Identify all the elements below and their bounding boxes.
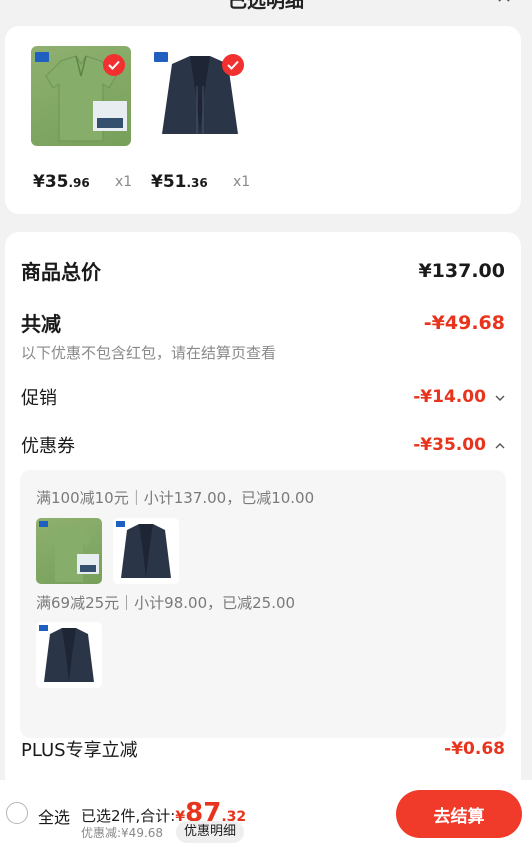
green-polo-thumbnail xyxy=(36,518,102,584)
product-price: ¥51.36 xyxy=(151,172,208,192)
select-all-label[interactable]: 全选 xyxy=(38,804,70,828)
coupon-value: -¥35.00 xyxy=(413,435,486,455)
coupon-rule: 满100减10元｜小计137.00，已减10.00 xyxy=(36,489,315,507)
discount-total: 优惠减:¥49.68 xyxy=(81,826,164,840)
reduce-label: 共减 xyxy=(21,312,61,336)
promo-value: -¥14.00 xyxy=(413,387,486,407)
navy-jacket-thumbnail xyxy=(36,622,102,688)
product-qty: x1 xyxy=(233,174,251,190)
promo-value-wrap: -¥14.00 xyxy=(413,387,505,407)
green-polo-image xyxy=(31,46,131,146)
checkout-bar: 全选 已选2件,合计:¥87.32 优惠减:¥49.68 优惠明细 去结算 xyxy=(0,780,532,847)
coupon-rule: 满69减25元｜小计98.00，已减25.00 xyxy=(36,594,296,612)
sheet-header: 已选明细 xyxy=(0,0,532,16)
reduce-value: -¥49.68 xyxy=(423,311,505,334)
product-qty: x1 xyxy=(115,174,133,190)
coupon-detail-panel: 满100减10元｜小计137.00，已减10.00 满69减25元｜小计98.0… xyxy=(20,470,506,738)
chevron-down-icon[interactable] xyxy=(495,391,505,405)
checked-icon[interactable] xyxy=(222,54,244,76)
checked-icon[interactable] xyxy=(103,54,125,76)
total-label: 商品总价 xyxy=(21,260,101,284)
plus-label: PLUS专享立减 xyxy=(21,740,138,761)
plus-row: PLUS专享立减 -¥0.68 xyxy=(21,736,505,762)
discount-detail-button[interactable]: 优惠明细 xyxy=(176,821,245,843)
total-row: 商品总价 ¥137.00 xyxy=(21,256,505,285)
reduce-row: 共减 -¥49.68 xyxy=(21,308,505,337)
navy-jacket-thumbnail xyxy=(113,518,179,584)
selected-count: 已选2件,合计: xyxy=(81,807,176,825)
total-value: ¥137.00 xyxy=(418,259,505,282)
reduce-note: 以下优惠不包含红包，请在结算页查看 xyxy=(21,344,277,362)
product-item[interactable] xyxy=(31,46,131,146)
coupon-value-wrap: -¥35.00 xyxy=(413,435,505,455)
selected-products-card: ¥35.96 x1 ¥51.36 x1 xyxy=(5,26,521,214)
coupon-row[interactable]: 优惠券 -¥35.00 xyxy=(21,432,505,458)
promo-row[interactable]: 促销 -¥14.00 xyxy=(21,384,505,410)
promo-label: 促销 xyxy=(21,388,57,409)
plus-value: -¥0.68 xyxy=(444,739,505,759)
product-price: ¥35.96 xyxy=(33,172,90,192)
select-all-radio[interactable] xyxy=(6,802,28,824)
coupon-label: 优惠券 xyxy=(21,436,75,457)
navy-jacket-image xyxy=(150,46,250,146)
chevron-up-icon[interactable] xyxy=(495,439,505,453)
close-icon[interactable] xyxy=(496,0,512,8)
product-item[interactable] xyxy=(150,46,250,146)
checkout-button[interactable]: 去结算 xyxy=(396,790,522,838)
price-detail-card: 商品总价 ¥137.00 共减 -¥49.68 以下优惠不包含红包，请在结算页查… xyxy=(5,232,521,792)
sheet-title: 已选明细 xyxy=(227,0,304,12)
